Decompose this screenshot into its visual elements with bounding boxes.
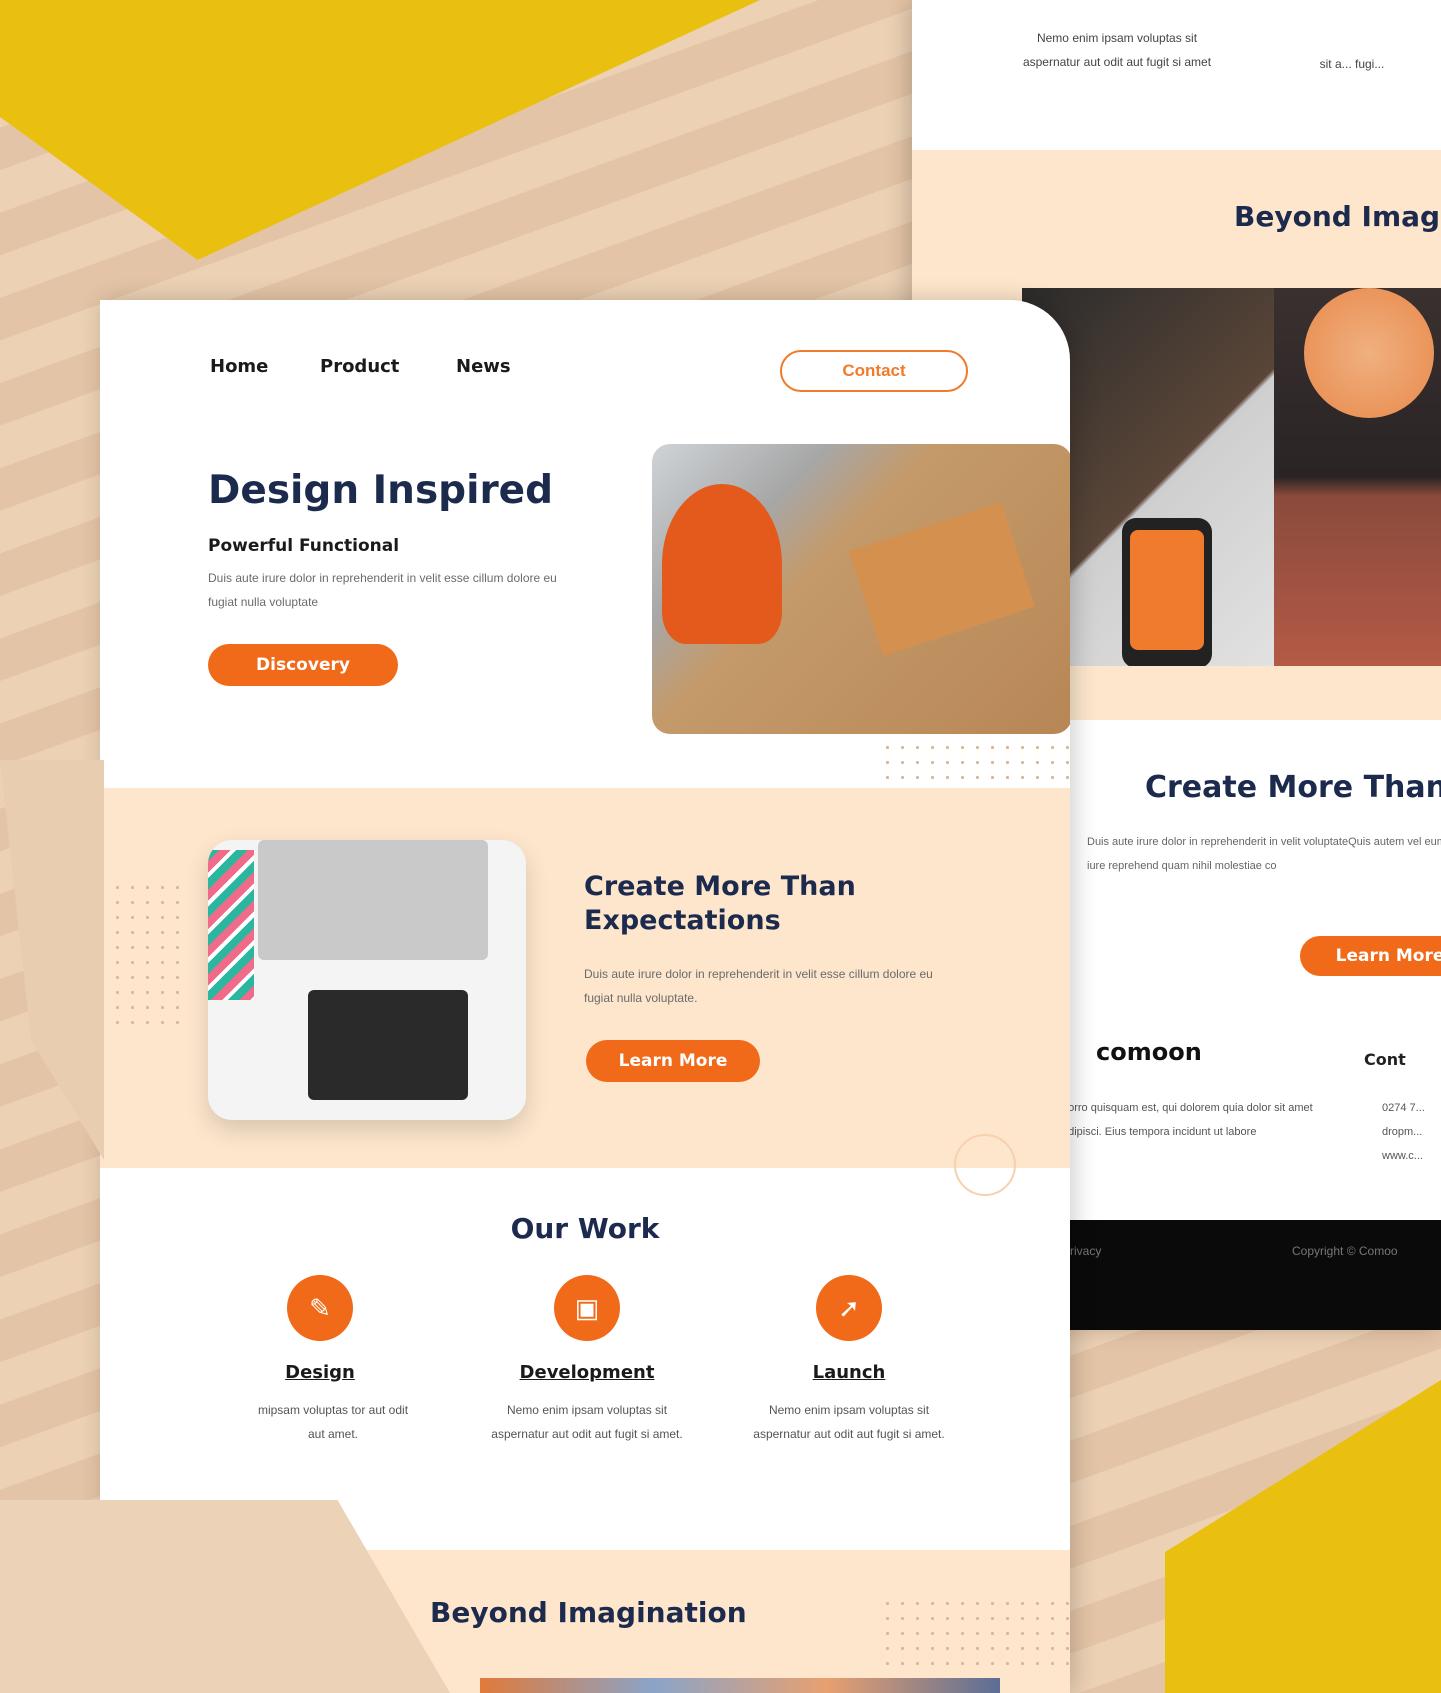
back-learn-more-button[interactable]: Learn More — [1300, 936, 1441, 976]
hero-title: Design Inspired — [208, 468, 554, 513]
nav-news[interactable]: News — [456, 356, 511, 377]
back-contact-line-1: 0274 7... — [1382, 1102, 1425, 1114]
nav-home[interactable]: Home — [210, 356, 268, 377]
dot-pattern-left — [110, 880, 190, 1030]
back-section-text: Duis aute irure dolor in reprehenderit i… — [1087, 836, 1441, 872]
development-service-text: Nemo enim ipsam voluptas sit aspernatur … — [491, 1403, 683, 1441]
expectations-text: Duis aute irure dolor in reprehenderit i… — [584, 967, 933, 1005]
back-copyright: Copyright © Comoo — [1292, 1244, 1398, 1258]
development-service-title[interactable]: Development — [487, 1362, 687, 1383]
back-top-section: Nemo enim ipsam voluptas sit aspernatur … — [912, 0, 1441, 150]
expectations-title: Create More Than Expectations — [584, 871, 856, 936]
launch-service-title[interactable]: Launch — [749, 1362, 949, 1383]
our-work-title: Our Work — [510, 1212, 660, 1245]
beyond-photo-strip — [480, 1678, 1000, 1693]
back-contact-line-2: dropm... — [1382, 1126, 1423, 1138]
expectations-photo-laptop — [208, 840, 526, 1120]
hero-photo-desk — [652, 444, 1070, 734]
design-service-text: mipsam voluptas tor aut odit aut amet. — [257, 1403, 409, 1441]
beyond-title: Beyond Imagination — [430, 1596, 747, 1629]
discovery-button[interactable]: Discovery — [208, 644, 398, 686]
back-logo: comoon — [1096, 1038, 1202, 1066]
development-service-icon: ▣ — [554, 1275, 620, 1341]
design-service-title[interactable]: Design — [220, 1362, 420, 1383]
back-section-title: Create More Than I — [1145, 770, 1441, 805]
hero-subtitle: Powerful Functional — [208, 536, 400, 556]
back-contact-line-3: www.c... — [1382, 1150, 1423, 1162]
decorative-circle — [954, 1134, 1016, 1196]
design-service-icon: ✎ — [287, 1275, 353, 1341]
hero-text: Duis aute irure dolor in reprehenderit i… — [208, 571, 557, 609]
front-mockup-page: Home Product News Contact Design Inspire… — [100, 300, 1070, 1693]
back-contact-heading: Cont — [1364, 1050, 1406, 1069]
back-top-text-partial: sit a... fugi... — [1319, 57, 1385, 71]
launch-service-text: Nemo enim ipsam voluptas sit aspernatur … — [753, 1403, 945, 1441]
expectations-learn-more-button[interactable]: Learn More — [586, 1040, 760, 1082]
launch-service-icon: ➚ — [816, 1275, 882, 1341]
dot-pattern-beyond — [880, 1596, 1070, 1676]
nav-product[interactable]: Product — [320, 356, 399, 377]
back-heading: Beyond Imag — [1234, 200, 1441, 233]
back-top-text: Nemo enim ipsam voluptas sit aspernatur … — [1022, 31, 1212, 69]
contact-button[interactable]: Contact — [780, 350, 968, 392]
back-footer-about: porro quisquam est, qui dolorem quia dol… — [1062, 1102, 1313, 1138]
back-photo-drink — [1274, 288, 1441, 666]
